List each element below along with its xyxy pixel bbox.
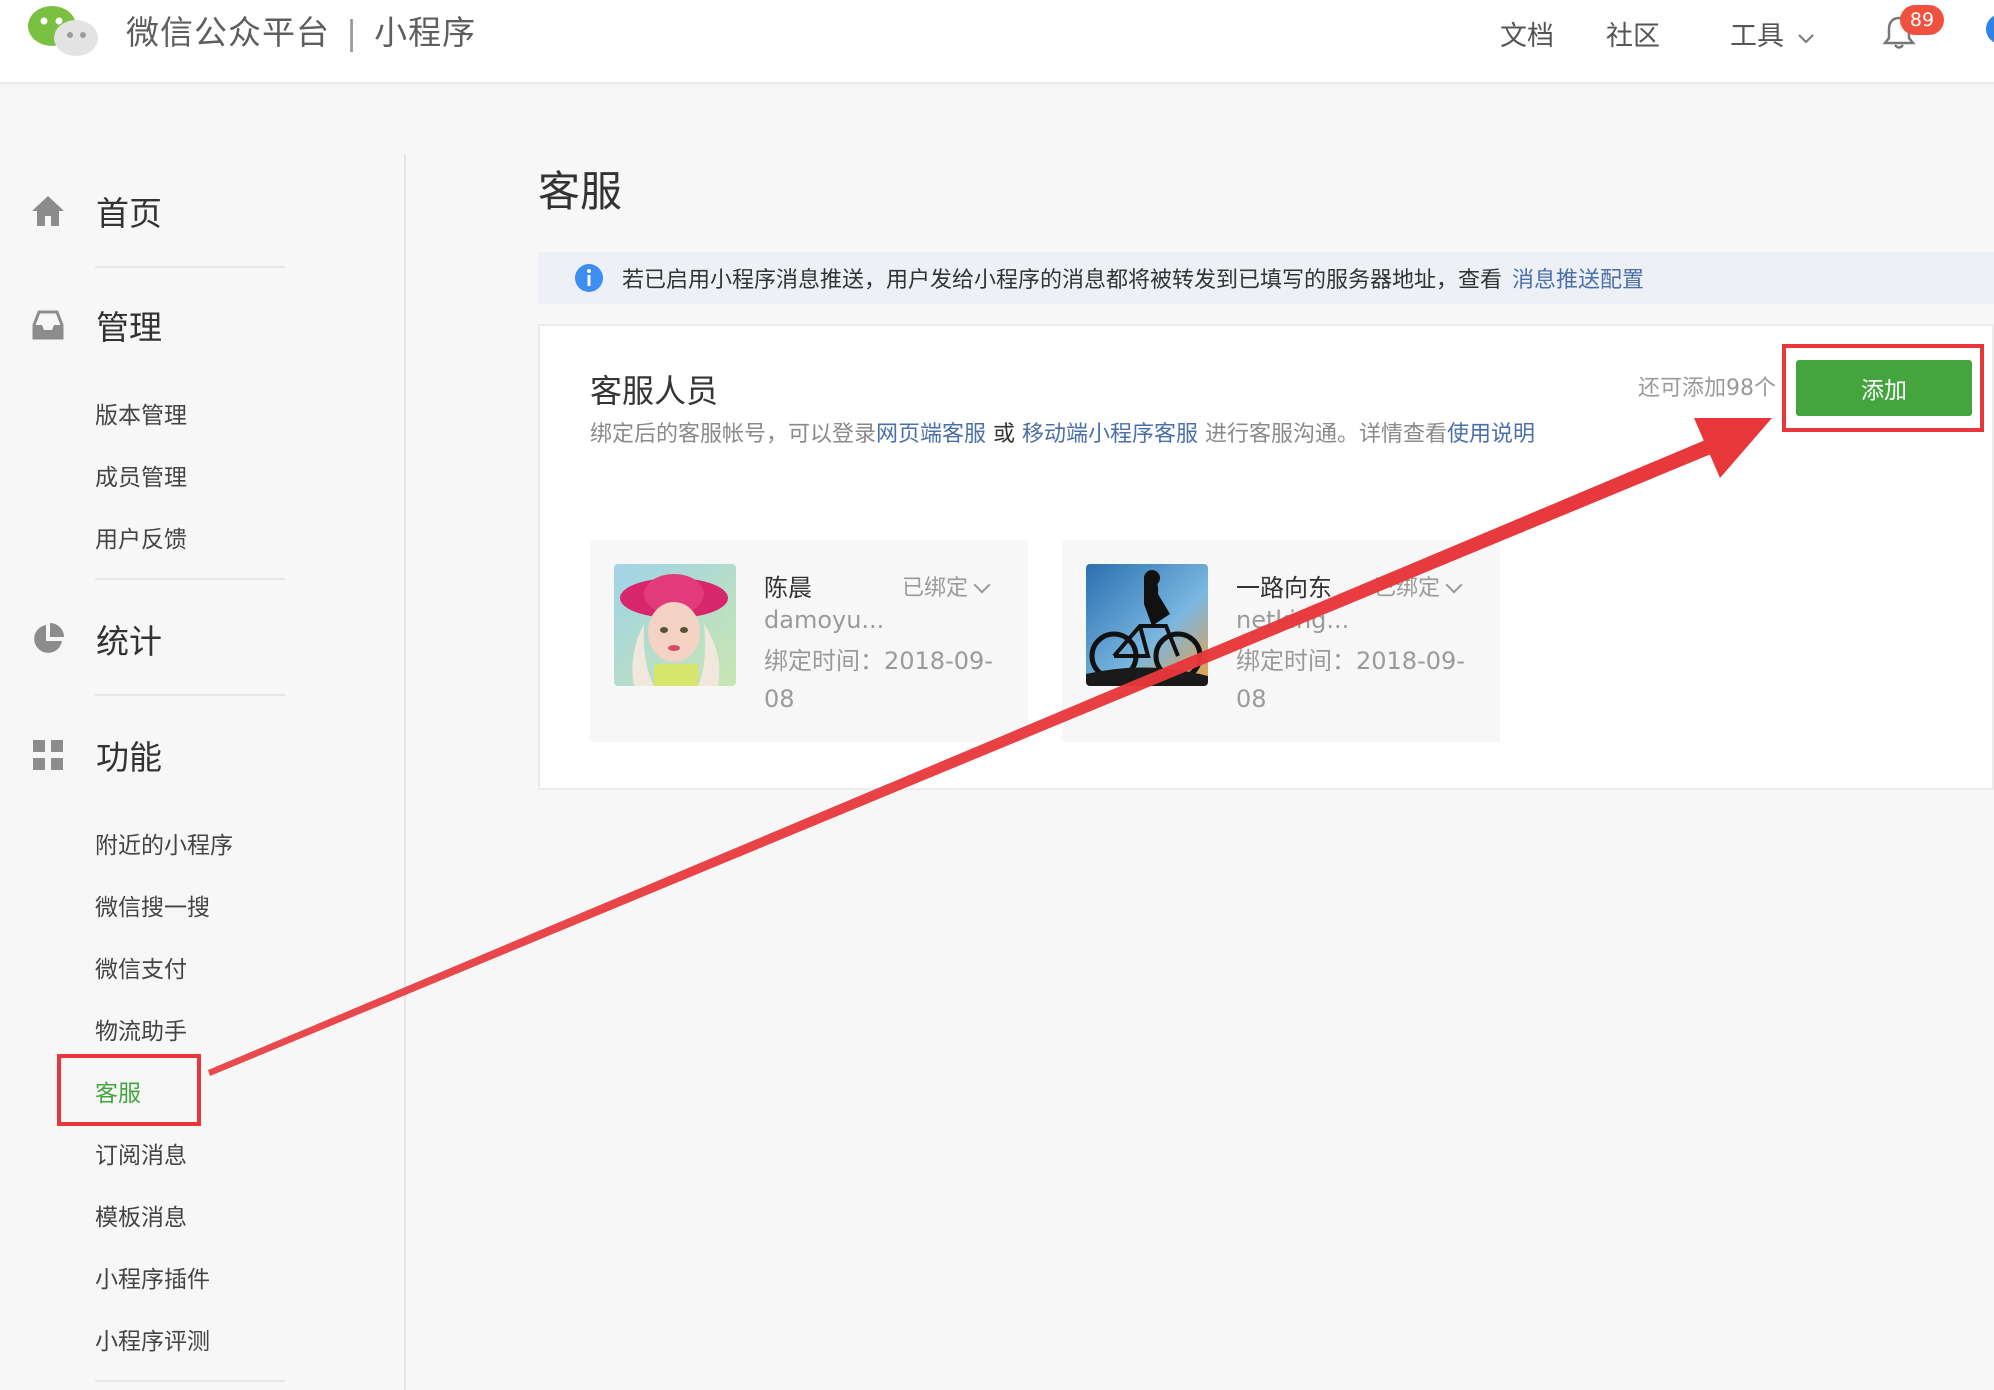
sidebar-item-pay[interactable]: 微信支付 — [95, 950, 187, 984]
staff-account: netking... — [1236, 606, 1350, 634]
pie-chart-icon — [34, 623, 64, 653]
brand-separator: | — [346, 13, 359, 52]
staff-avatar — [1086, 564, 1208, 686]
nav-docs[interactable]: 文档 — [1500, 14, 1554, 53]
product-name: 小程序 — [374, 13, 477, 52]
sidebar-item-plugins[interactable]: 小程序插件 — [95, 1260, 210, 1294]
sidebar-item-evaluation[interactable]: 小程序评测 — [95, 1322, 210, 1356]
staff-status-dropdown[interactable]: 已绑定 — [902, 570, 991, 602]
sidebar-item-version[interactable]: 版本管理 — [95, 396, 187, 430]
customer-service-panel: 客服人员 绑定后的客服帐号，可以登录网页端客服 或 移动端小程序客服 进行客服沟… — [538, 324, 1994, 790]
sidebar-divider — [95, 694, 285, 696]
sidebar-group-label: 首页 — [96, 194, 162, 233]
desc-or: 或 — [986, 422, 1023, 447]
web-service-link[interactable]: 网页端客服 — [876, 422, 986, 447]
annotation-highlight-sidebar — [57, 1054, 201, 1126]
sidebar-group-manage[interactable]: 管理 — [30, 300, 162, 350]
staff-status-label: 已绑定 — [1374, 576, 1441, 601]
staff-card: 一路向东 已绑定 netking... 绑定时间：2018-09-08 — [1062, 540, 1500, 742]
desc-text: 绑定后的客服帐号，可以登录 — [590, 422, 877, 447]
remaining-count: 还可添加98个 — [1638, 376, 1776, 401]
inbox-icon — [32, 310, 64, 340]
sidebar-group-features[interactable]: 功能 — [30, 730, 162, 780]
sidebar-group-label: 功能 — [96, 738, 162, 777]
page-title: 客服 — [538, 167, 623, 216]
sidebar-item-template[interactable]: 模板消息 — [95, 1198, 187, 1232]
usage-guide-link[interactable]: 使用说明 — [1447, 422, 1535, 447]
sidebar-group-label: 统计 — [96, 622, 162, 661]
grid-icon — [33, 740, 63, 770]
wechat-logo-icon[interactable] — [26, 4, 100, 58]
chevron-down-icon — [1445, 576, 1463, 594]
staff-name: 陈晨 — [764, 574, 812, 602]
panel-title: 客服人员 — [590, 372, 719, 410]
sidebar-divider — [95, 1380, 285, 1382]
sidebar-divider — [95, 578, 285, 580]
sidebar-item-feedback[interactable]: 用户反馈 — [95, 520, 187, 554]
info-icon — [575, 264, 603, 292]
notice-bar: 若已启用小程序消息推送，用户发给小程序的消息都将被转发到已填写的服务器地址，查看… — [538, 252, 1994, 304]
sidebar-item-subscribe[interactable]: 订阅消息 — [95, 1136, 187, 1170]
nav-community[interactable]: 社区 — [1606, 14, 1660, 53]
staff-bind-time: 绑定时间：2018-09-08 — [764, 647, 993, 713]
user-avatar[interactable] — [1986, 14, 1994, 44]
staff-card: 陈晨 已绑定 damoyu... 绑定时间：2018-09-08 — [590, 540, 1028, 742]
mobile-service-link[interactable]: 移动端小程序客服 — [1022, 422, 1198, 447]
staff-account: damoyu... — [764, 606, 885, 634]
panel-description: 绑定后的客服帐号，可以登录网页端客服 或 移动端小程序客服 进行客服沟通。详情查… — [590, 416, 1590, 454]
sidebar-group-home[interactable]: 首页 — [30, 186, 162, 236]
nav-tools-label: 工具 — [1730, 21, 1784, 52]
sidebar-item-members[interactable]: 成员管理 — [95, 458, 187, 492]
message-push-config-link[interactable]: 消息推送配置 — [1512, 262, 1644, 294]
annotation-highlight-add — [1782, 344, 1984, 432]
home-icon — [32, 196, 64, 226]
notice-text: 若已启用小程序消息推送，用户发给小程序的消息都将被转发到已填写的服务器地址，查看 — [622, 268, 1503, 293]
staff-name: 一路向东 — [1236, 574, 1332, 602]
staff-avatar — [614, 564, 736, 686]
brand-name: 微信公众平台 — [126, 13, 330, 52]
chevron-down-icon — [973, 576, 991, 594]
sidebar-group-label: 管理 — [96, 308, 162, 347]
sidebar-group-stats[interactable]: 统计 — [30, 614, 162, 664]
sidebar-item-logistics[interactable]: 物流助手 — [95, 1012, 187, 1046]
staff-status-label: 已绑定 — [902, 576, 969, 601]
staff-bind-time: 绑定时间：2018-09-08 — [1236, 647, 1465, 713]
staff-status-dropdown[interactable]: 已绑定 — [1374, 570, 1463, 602]
desc-text: 进行客服沟通。详情查看 — [1198, 422, 1448, 447]
top-bar: 微信公众平台 | 小程序 文档 社区 工具 89 — [0, 0, 1994, 84]
sidebar-item-nearby[interactable]: 附近的小程序 — [95, 826, 233, 860]
brand-title[interactable]: 微信公众平台 | 小程序 — [126, 6, 476, 54]
sidebar-divider — [95, 266, 285, 268]
chevron-down-icon — [1797, 34, 1814, 44]
notification-badge: 89 — [1900, 5, 1944, 35]
nav-tools[interactable]: 工具 — [1730, 14, 1815, 53]
sidebar-item-search[interactable]: 微信搜一搜 — [95, 888, 210, 922]
